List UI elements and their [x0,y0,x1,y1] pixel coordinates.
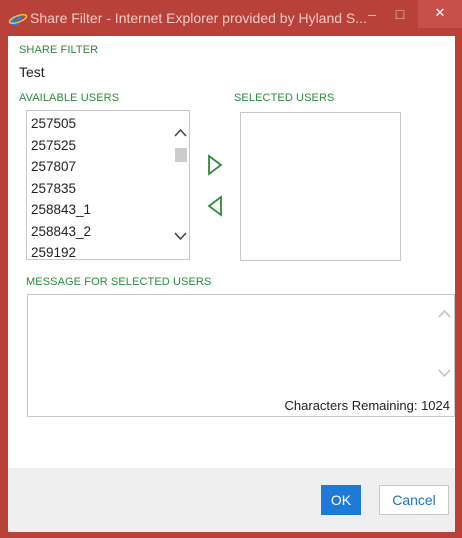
available-users-list[interactable]: 257505 257525 257807 257835 258843_1 258843_2… [26,110,190,260]
message-label: MESSAGE FOR SELECTED USERS [26,276,212,288]
available-users-label: AVAILABLE USERS [19,92,120,104]
available-user-item[interactable]: 257835 [27,178,173,200]
available-user-item[interactable]: 259192 [27,242,173,259]
internet-explorer-icon: e [8,8,28,28]
maximize-button[interactable]: □ [387,0,413,30]
remove-selected-button[interactable] [205,194,225,218]
dialog-content: SHARE FILTER Test AVAILABLE USERS SELECT… [8,36,455,532]
characters-remaining: Characters Remaining: 1024 [284,398,450,413]
share-filter-label: SHARE FILTER [19,44,99,56]
message-scroll-up-icon[interactable] [436,306,453,322]
selected-users-label: SELECTED USERS [234,92,335,104]
close-button[interactable]: ✕ [418,0,462,28]
available-user-item[interactable]: 258843_1 [27,199,173,221]
dialog-window: e Share Filter - Internet Explorer provi… [0,0,462,538]
scroll-up-icon[interactable] [172,125,189,141]
minimize-button[interactable]: – [359,0,385,30]
available-user-item[interactable]: 257525 [27,135,173,157]
message-textarea[interactable]: Characters Remaining: 1024 [27,294,455,417]
title-bar[interactable]: e Share Filter - Internet Explorer provi… [0,0,462,36]
scroll-down-icon[interactable] [172,228,189,244]
selected-users-list[interactable] [240,112,401,261]
available-users-scrollbar[interactable] [172,111,189,259]
cancel-button[interactable]: Cancel [379,485,449,515]
ok-button[interactable]: OK [321,485,361,515]
dialog-footer: OK Cancel [8,468,455,532]
add-selected-button[interactable] [205,153,225,177]
triangle-right-outline-icon [208,154,223,176]
message-scroll-down-icon[interactable] [436,365,453,381]
window-title: Share Filter - Internet Explorer provide… [30,10,367,26]
share-filter-value: Test [19,64,45,80]
scroll-thumb[interactable] [175,148,187,162]
available-user-item[interactable]: 257807 [27,156,173,178]
triangle-left-outline-icon [207,195,222,217]
available-user-item[interactable]: 258843_2 [27,221,173,243]
available-user-item[interactable]: 257505 [27,113,173,135]
available-users-items: 257505 257525 257807 257835 258843_1 258843_2… [27,113,173,259]
